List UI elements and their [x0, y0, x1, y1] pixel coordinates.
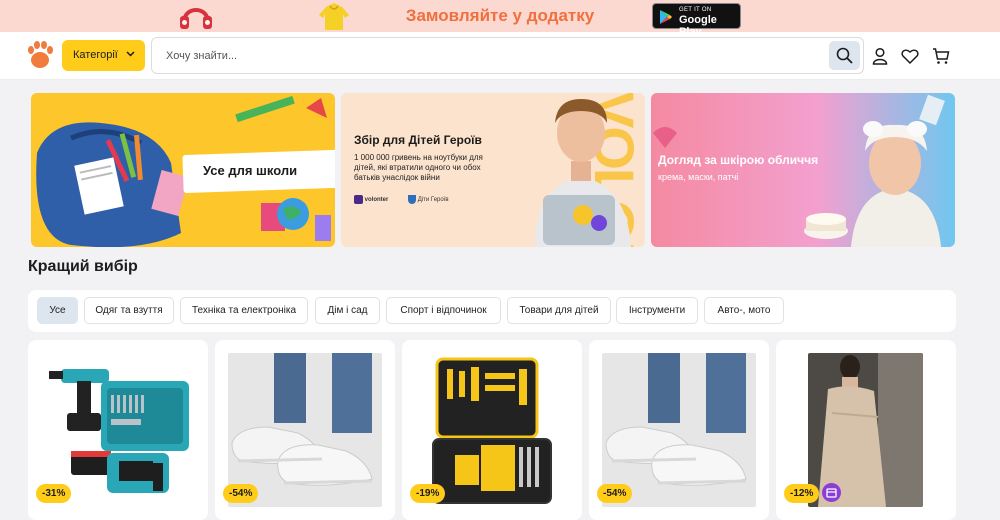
discount-badge: -54%: [223, 484, 259, 503]
tab-home-garden[interactable]: Дім і сад: [315, 297, 380, 324]
product-card[interactable]: -54%: [215, 340, 395, 520]
volonter-logo-icon: [354, 195, 363, 204]
categories-button[interactable]: Категорії: [62, 40, 145, 71]
search-icon: [836, 47, 853, 64]
deti-heroes-logo-text: Діти Героїв: [417, 197, 449, 204]
user-icon[interactable]: [871, 47, 889, 65]
google-play-icon: [660, 10, 672, 24]
skincare-illustration: [653, 94, 945, 247]
google-play-button[interactable]: GET IT ON Google Play: [652, 3, 741, 38]
tab-kids[interactable]: Товари для дітей: [507, 297, 611, 324]
shield-icon: [408, 195, 417, 204]
section-title: Кращий вибір: [28, 258, 138, 275]
tab-electronics[interactable]: Техніка та електроніка: [180, 297, 308, 324]
search-bar: [151, 37, 864, 74]
chevron-down-icon: [126, 51, 135, 57]
product-card[interactable]: -31%: [28, 340, 208, 520]
discount-badge: -54%: [597, 484, 633, 503]
category-tabs: Усе Одяг та взуття Техніка та електронік…: [28, 290, 956, 332]
discount-badge: -12%: [784, 484, 820, 503]
banner-school[interactable]: Усе для школи: [31, 93, 335, 247]
product-card[interactable]: -54%: [589, 340, 769, 520]
gift-icon: [822, 483, 841, 502]
search-input[interactable]: [166, 47, 806, 65]
tab-all[interactable]: Усе: [37, 297, 78, 324]
boy-with-laptop-illustration: [535, 99, 631, 247]
banner-charity[interactable]: VOLONTER Збір для Дітей Героїв 1 000 000…: [341, 93, 645, 247]
search-button[interactable]: [829, 41, 860, 70]
logo-paw-icon[interactable]: [26, 39, 54, 71]
banner-skincare-title: Догляд за шкірою обличчя: [658, 153, 819, 167]
promo-text: Замовляйте у додатку: [405, 6, 595, 25]
discount-badge: -19%: [410, 484, 446, 503]
banner-skincare[interactable]: Догляд за шкірою обличчя крема, маски, п…: [651, 93, 955, 247]
banner-charity-title: Збір для Дітей Героїв: [354, 133, 482, 147]
banner-charity-description: 1 000 000 гривень на ноутбуки для дітей,…: [354, 153, 483, 182]
categories-label: Категорії: [73, 49, 118, 61]
cart-icon[interactable]: [932, 47, 950, 65]
heart-icon[interactable]: [901, 47, 919, 65]
product-card[interactable]: -19%: [402, 340, 582, 520]
tab-tools[interactable]: Інструменти: [616, 297, 698, 324]
tab-clothing[interactable]: Одяг та взуття: [84, 297, 174, 324]
promo-bar[interactable]: Замовляйте у додатку GET IT ON Google Pl…: [0, 0, 1000, 38]
banner-skincare-subtitle: крема, маски, патчі: [658, 172, 739, 182]
header: Категорії: [0, 32, 1000, 80]
google-play-small: GET IT ON: [679, 7, 712, 13]
tab-sport[interactable]: Спорт і відпочинок: [386, 297, 501, 324]
banner-school-title: Усе для школи: [203, 163, 298, 178]
product-card[interactable]: -12%: [776, 340, 956, 520]
tab-auto[interactable]: Авто-, мото: [704, 297, 784, 324]
volonter-logo-text: volonter: [364, 197, 389, 204]
banner-charity-logos: volonter Діти Героїв: [354, 195, 449, 204]
discount-badge: -31%: [36, 484, 72, 503]
